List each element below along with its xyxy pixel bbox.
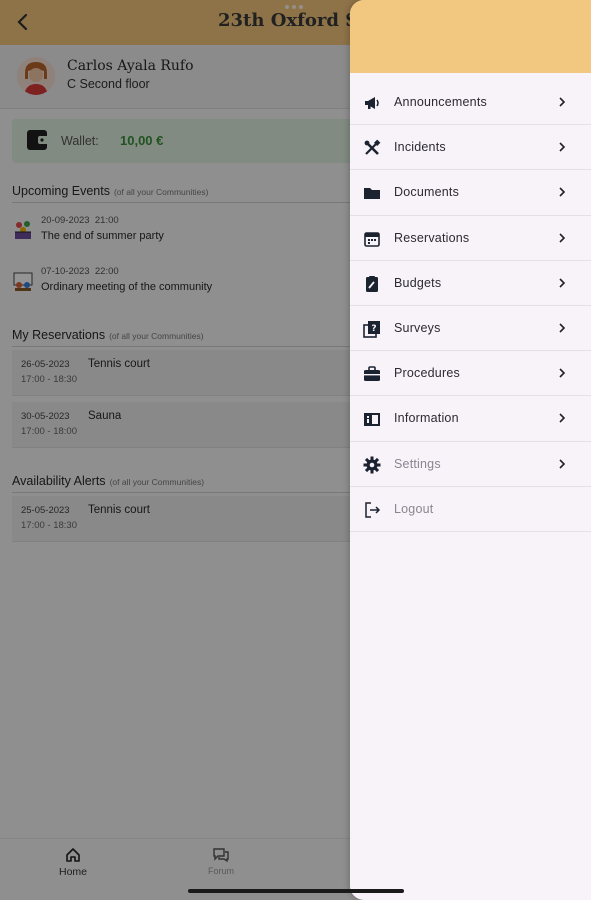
navigation-drawer: Announcements Incidents Documents Reserv…	[350, 0, 591, 900]
chevron-right-icon	[559, 187, 566, 197]
drawer-item-label: Budgets	[394, 275, 442, 290]
chevron-right-icon	[559, 458, 566, 469]
clipboard-edit-icon	[366, 275, 378, 292]
drawer-item-label: Logout	[394, 501, 434, 516]
drawer-menu: Announcements Incidents Documents Reserv…	[350, 80, 591, 532]
folder-icon	[364, 188, 380, 200]
megaphone-icon	[365, 97, 379, 109]
chevron-right-icon	[559, 97, 566, 107]
drawer-item-label: Documents	[394, 185, 460, 200]
drawer-item-label: Settings	[394, 456, 441, 471]
drawer-item-label: Procedures	[394, 366, 460, 381]
tools-icon	[364, 139, 381, 156]
drawer-item-incidents[interactable]: Incidents	[350, 125, 591, 171]
drawer-header	[350, 0, 591, 73]
drawer-item-label: Announcements	[394, 95, 487, 109]
chevron-right-icon	[559, 368, 566, 378]
briefcase-icon	[364, 366, 380, 382]
drawer-item-settings[interactable]: Settings	[350, 442, 591, 487]
drawer-item-procedures[interactable]: Procedures	[350, 351, 591, 397]
drawer-item-reservations[interactable]: Reservations	[350, 216, 591, 261]
drawer-item-label: Reservations	[394, 230, 470, 245]
chevron-right-icon	[559, 323, 566, 333]
drawer-item-logout[interactable]: Logout	[350, 487, 591, 532]
drawer-item-label: Surveys	[394, 320, 441, 335]
svg-text:?: ?	[371, 324, 376, 334]
drawer-item-documents[interactable]: Documents	[350, 170, 591, 216]
drawer-item-announcements[interactable]: Announcements	[350, 80, 591, 126]
drawer-item-label: Incidents	[394, 140, 446, 155]
drawer-item-information[interactable]: Information	[350, 396, 591, 442]
logout-icon	[365, 501, 381, 518]
calendar-icon	[364, 231, 380, 247]
survey-icon: ?	[363, 320, 380, 338]
info-book-icon	[364, 413, 380, 427]
drawer-item-budgets[interactable]: Budgets	[350, 261, 591, 306]
home-indicator[interactable]	[188, 889, 404, 893]
drawer-item-surveys[interactable]: ? Surveys	[350, 306, 591, 352]
drawer-item-label: Information	[394, 411, 459, 426]
chevron-right-icon	[559, 413, 566, 423]
chevron-right-icon	[559, 232, 566, 243]
gear-icon	[363, 456, 381, 473]
chevron-right-icon	[559, 142, 566, 152]
chevron-right-icon	[559, 278, 566, 288]
